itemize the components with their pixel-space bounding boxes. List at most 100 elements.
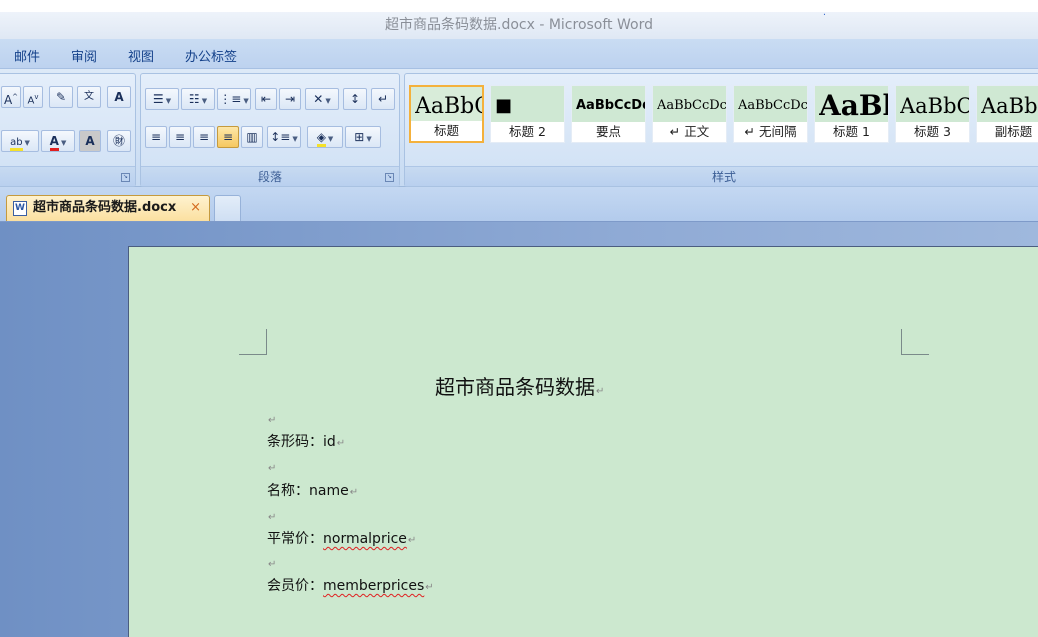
normal-price-line[interactable]: 平常价：normalprice↵ <box>267 528 416 548</box>
crop-mark-left <box>239 329 267 355</box>
document-tab-label: 超市商品条码数据.docx <box>33 200 177 215</box>
style-name: ↵ 无间隔 <box>734 122 807 142</box>
document-title-text: 超市商品条码数据 <box>435 375 595 399</box>
align-center-icon[interactable]: ≡ <box>169 126 191 148</box>
style-sample: ■ <box>495 95 513 116</box>
tab-view[interactable]: 视图 <box>128 46 154 65</box>
highlight-color-button[interactable]: ab ▼ <box>1 130 39 152</box>
character-border-icon[interactable]: A <box>107 86 131 108</box>
font-color-icon: A <box>49 134 59 151</box>
barcode-label: 条形码： <box>267 434 323 450</box>
name-label: 名称： <box>267 483 309 499</box>
numbering-icon: ☷ <box>188 92 200 106</box>
enclose-characters-icon[interactable]: ㊖ <box>107 130 131 152</box>
style-sample: AaBl <box>819 90 889 122</box>
title-bar-dot: · <box>822 10 826 21</box>
multilevel-list-button[interactable]: ⋮≡ ▼ <box>217 88 251 110</box>
numbering-button[interactable]: ☷ ▼ <box>181 88 215 110</box>
tab-review[interactable]: 审阅 <box>71 46 97 65</box>
member-price-field: memberprices <box>323 578 425 594</box>
justify-icon[interactable]: ≡ <box>217 126 239 148</box>
member-price-line[interactable]: 会员价：memberprices↵ <box>267 575 434 595</box>
document-page[interactable]: 超市商品条码数据↵ ↵ 条形码：id↵ ↵ 名称：name↵ ↵ 平常价：nor… <box>128 246 1038 637</box>
tab-office-tabs[interactable]: 办公标签 <box>185 46 237 65</box>
new-tab-button[interactable] <box>214 195 241 221</box>
style-emphasis[interactable]: AaBbCcDd 要点 <box>571 85 646 143</box>
style-name: 标题 1 <box>815 122 888 142</box>
empty-paragraph[interactable]: ↵ <box>267 555 276 571</box>
document-title[interactable]: 超市商品条码数据↵ <box>435 371 604 400</box>
style-sample: AaBbC <box>900 94 970 118</box>
style-name: 标题 <box>411 121 482 141</box>
style-sample: AaBbCcDc <box>738 98 808 113</box>
name-line[interactable]: 名称：name↵ <box>267 480 358 500</box>
style-name: 副标题 <box>977 122 1038 142</box>
style-normal[interactable]: AaBbCcDc ↵ 正文 <box>652 85 727 143</box>
character-shading-icon[interactable]: A <box>79 130 101 152</box>
paragraph-mark: ↵ <box>268 512 277 523</box>
shrink-font-icon[interactable]: Av <box>23 86 43 108</box>
bullets-button[interactable]: ☰ ▼ <box>145 88 179 110</box>
paragraph-mark: ↵ <box>407 535 417 546</box>
font-dialog-launcher-icon[interactable]: ↘ <box>121 173 130 182</box>
ribbon-tab-bar: 邮件 审阅 视图 办公标签 <box>0 39 1038 69</box>
style-no-spacing[interactable]: AaBbCcDc ↵ 无间隔 <box>733 85 808 143</box>
increase-indent-icon[interactable]: ⇥ <box>279 88 301 110</box>
document-tab-bar: W 超市商品条码数据.docx × <box>0 187 1038 222</box>
empty-paragraph[interactable]: ↵ <box>267 508 276 524</box>
barcode-line[interactable]: 条形码：id↵ <box>267 431 345 451</box>
show-marks-icon[interactable]: ↵ <box>371 88 395 110</box>
word-document-icon: W <box>13 201 27 216</box>
decrease-indent-icon[interactable]: ⇤ <box>255 88 277 110</box>
font-color-button[interactable]: A ▼ <box>41 130 75 152</box>
borders-icon: ⊞ <box>354 130 365 144</box>
distributed-icon[interactable]: ▥ <box>241 126 263 148</box>
paragraph-group: ☰ ▼ ☷ ▼ ⋮≡ ▼ ⇤ ⇥ ✕ ▼ ↕ ↵ ≡ ≡ ≡ ≡ ▥ ↕≡ ▼ ◈ ▼ ⊞ ▼… <box>140 73 400 187</box>
window-title: 超市商品条码数据.docx - Microsoft Word <box>385 17 653 33</box>
style-sample: AaBbC <box>415 94 484 119</box>
crop-mark-right <box>901 329 929 355</box>
style-heading-1[interactable]: AaBl 标题 1 <box>814 85 889 143</box>
paragraph-mark: ↵ <box>336 438 346 449</box>
font-group-label <box>0 166 135 186</box>
style-heading-2[interactable]: ■ 标题 2 <box>490 85 565 143</box>
style-sample: AaBb <box>981 94 1038 118</box>
font-group: A^ Av ✎ 文 A ab ▼ A ▼ A ㊖ ↘ <box>0 73 136 187</box>
line-spacing-button[interactable]: ↕≡ ▼ <box>267 126 301 148</box>
style-sample: AaBbCcDc <box>657 98 727 113</box>
styles-group: AaBbC 标题 ■ 标题 2 AaBbCcDd 要点 AaBbCcDc ↵ 正… <box>404 73 1038 187</box>
borders-button[interactable]: ⊞ ▼ <box>345 126 381 148</box>
paragraph-mark: ↵ <box>268 559 277 570</box>
style-title[interactable]: AaBbC 标题 <box>409 85 484 143</box>
style-subtitle[interactable]: AaBb 副标题 <box>976 85 1038 143</box>
paint-bucket-icon: ◈ <box>316 130 326 147</box>
chinese-layout-icon: ✕ <box>313 92 324 106</box>
member-price-label: 会员价： <box>267 578 323 594</box>
normal-price-label: 平常价： <box>267 531 323 547</box>
document-tab-active[interactable]: W 超市商品条码数据.docx × <box>6 195 210 221</box>
align-left-icon[interactable]: ≡ <box>145 126 167 148</box>
paragraph-dialog-launcher-icon[interactable]: ↘ <box>385 173 394 182</box>
line-spacing-icon: ↕≡ <box>270 130 291 144</box>
empty-paragraph[interactable]: ↵ <box>267 411 276 427</box>
phonetic-guide-icon[interactable]: 文 <box>77 86 101 108</box>
clear-format-icon[interactable]: ✎ <box>49 86 73 108</box>
ribbon: A^ Av ✎ 文 A ab ▼ A ▼ A ㊖ ↘ ☰ ▼ ☷ ▼ ⋮≡ ▼ ⇤ ⇥ ✕… <box>0 69 1038 187</box>
align-right-icon[interactable]: ≡ <box>193 126 215 148</box>
paragraph-mark: ↵ <box>349 487 359 498</box>
sort-icon[interactable]: ↕ <box>343 88 367 110</box>
tab-mailings[interactable]: 邮件 <box>14 46 40 65</box>
empty-paragraph[interactable]: ↵ <box>267 459 276 475</box>
style-name: 标题 2 <box>491 122 564 142</box>
chinese-layout-button[interactable]: ✕ ▼ <box>305 88 339 110</box>
paragraph-mark: ↵ <box>425 582 434 593</box>
grow-font-icon[interactable]: A^ <box>1 86 21 108</box>
close-tab-icon[interactable]: × <box>190 196 201 220</box>
title-bar: · 超市商品条码数据.docx - Microsoft Word <box>0 10 1038 39</box>
styles-group-label: 样式 <box>405 166 1038 186</box>
barcode-field: id <box>323 434 336 450</box>
normal-price-field: normalprice <box>323 531 407 547</box>
style-heading-3[interactable]: AaBbC 标题 3 <box>895 85 970 143</box>
shading-button[interactable]: ◈ ▼ <box>307 126 343 148</box>
paragraph-group-label: 段落 <box>141 166 399 186</box>
